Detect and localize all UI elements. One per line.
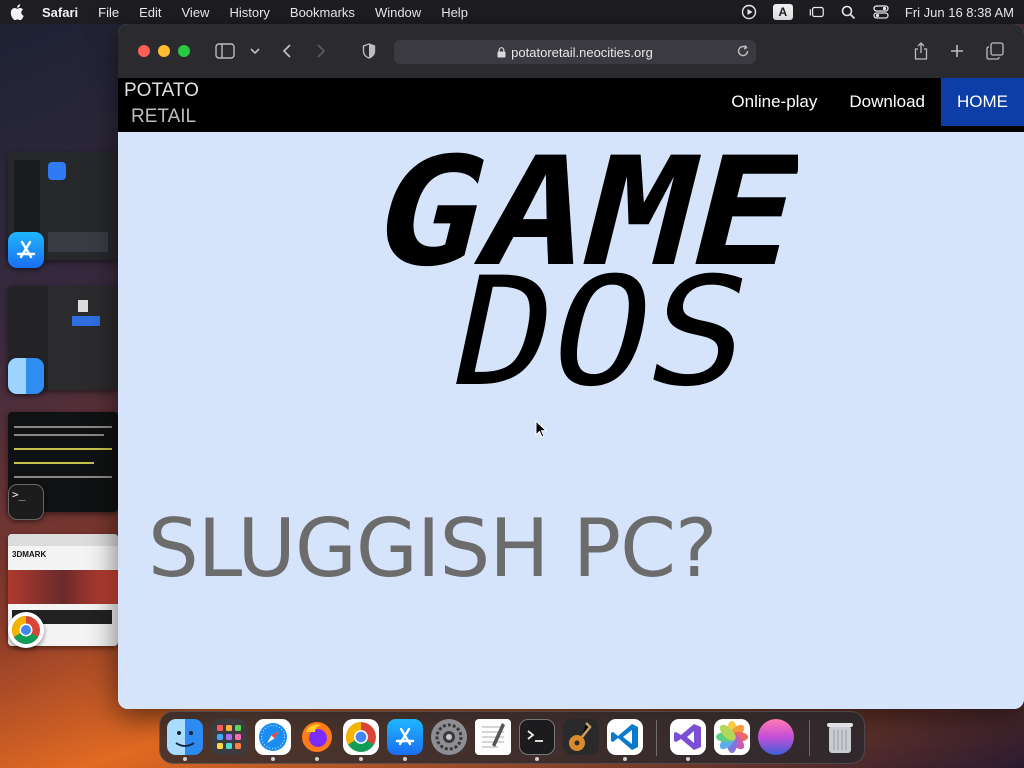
dock-running-dot: [359, 757, 363, 761]
launchpad-icon[interactable]: [211, 719, 247, 755]
safari-icon[interactable]: [255, 719, 291, 755]
site-nav: Online-play Download HOME: [715, 78, 1024, 126]
menu-view[interactable]: View: [182, 5, 210, 20]
visual-studio-icon[interactable]: [670, 719, 706, 755]
url-text: potatoretail.neocities.org: [511, 44, 653, 60]
minimize-window-button[interactable]: [158, 45, 170, 57]
app-store-icon[interactable]: [387, 719, 423, 755]
input-source-badge[interactable]: A: [772, 4, 793, 20]
menu-bookmarks[interactable]: Bookmarks: [290, 5, 355, 20]
menu-help[interactable]: Help: [441, 5, 468, 20]
dock-running-dot: [623, 757, 627, 761]
stage-thumb-label: 3DMARK: [12, 550, 47, 559]
spotlight-search-icon[interactable]: [841, 4, 857, 20]
address-bar[interactable]: potatoretail.neocities.org: [394, 40, 756, 64]
terminal-stage-icon[interactable]: >_: [8, 484, 44, 520]
garageband-icon[interactable]: [563, 719, 599, 755]
stage-manager-icon[interactable]: [809, 4, 825, 20]
dock-running-dot: [271, 757, 275, 761]
tagline: SLUGGISH PC?: [148, 502, 717, 595]
lock-icon: [497, 46, 506, 58]
chevron-down-icon[interactable]: [244, 41, 266, 61]
firefox-icon[interactable]: [299, 719, 335, 755]
dock: [159, 711, 865, 764]
chrome-icon[interactable]: [343, 719, 379, 755]
hero-line-2: DOS: [438, 245, 767, 396]
site-header: POTATO RETAIL Online-play Download HOME: [118, 78, 1024, 132]
menu-app-name[interactable]: Safari: [42, 5, 78, 20]
new-tab-icon[interactable]: [946, 41, 968, 61]
dock-running-dot: [403, 757, 407, 761]
share-icon[interactable]: [910, 41, 932, 61]
menubar-clock[interactable]: Fri Jun 16 8:38 AM: [905, 5, 1014, 20]
reload-icon[interactable]: [736, 44, 750, 58]
system-settings-icon[interactable]: [431, 719, 467, 755]
macos-sonoma-icon[interactable]: [758, 719, 794, 755]
hero-title: GAME DOS: [358, 136, 798, 396]
site-logo[interactable]: POTATO RETAIL: [124, 78, 199, 130]
close-window-button[interactable]: [138, 45, 150, 57]
chrome-stage-icon[interactable]: [8, 612, 44, 648]
logo-line-1: POTATO: [124, 80, 199, 101]
nav-home[interactable]: HOME: [941, 78, 1024, 126]
menu-window[interactable]: Window: [375, 5, 421, 20]
vscode-icon[interactable]: [607, 719, 643, 755]
terminal-icon[interactable]: [519, 719, 555, 755]
window-controls: [138, 45, 190, 57]
menu-edit[interactable]: Edit: [139, 5, 161, 20]
dock-separator: [809, 720, 810, 756]
page-content: GAME DOS SLUGGISH PC?: [118, 132, 1024, 709]
app-store-stage-icon[interactable]: [8, 232, 44, 268]
nav-download[interactable]: Download: [833, 78, 941, 126]
menu-history[interactable]: History: [229, 5, 269, 20]
menu-file[interactable]: File: [98, 5, 119, 20]
privacy-shield-icon[interactable]: [358, 41, 380, 61]
dock-running-dot: [315, 757, 319, 761]
trash-icon[interactable]: [822, 719, 858, 755]
mouse-cursor-icon: [535, 419, 548, 443]
screen-recording-icon[interactable]: [741, 4, 757, 20]
tab-overview-icon[interactable]: [984, 41, 1006, 61]
menu-bar: Safari File Edit View History Bookmarks …: [0, 0, 1024, 24]
textedit-icon[interactable]: [475, 719, 511, 755]
dock-running-dot: [686, 757, 690, 761]
apple-menu-icon[interactable]: [10, 4, 24, 20]
finder-icon[interactable]: [167, 719, 203, 755]
photos-icon[interactable]: [714, 719, 750, 755]
back-icon[interactable]: [276, 41, 298, 61]
finder-stage-icon[interactable]: [8, 358, 44, 394]
stage-manager-strip: >_ 3DMARK: [0, 150, 118, 650]
sidebar-toggle-icon[interactable]: [214, 41, 236, 61]
dock-running-dot: [535, 757, 539, 761]
zoom-window-button[interactable]: [178, 45, 190, 57]
logo-line-2: RETAIL: [131, 106, 197, 127]
dock-running-dot: [183, 757, 187, 761]
control-center-icon[interactable]: [873, 4, 889, 20]
browser-toolbar: potatoretail.neocities.org: [118, 24, 1024, 78]
forward-icon[interactable]: [310, 41, 332, 61]
nav-online-play[interactable]: Online-play: [715, 78, 833, 126]
safari-window: potatoretail.neocities.org POTATO RETAIL…: [118, 24, 1024, 709]
dock-separator: [656, 720, 657, 756]
